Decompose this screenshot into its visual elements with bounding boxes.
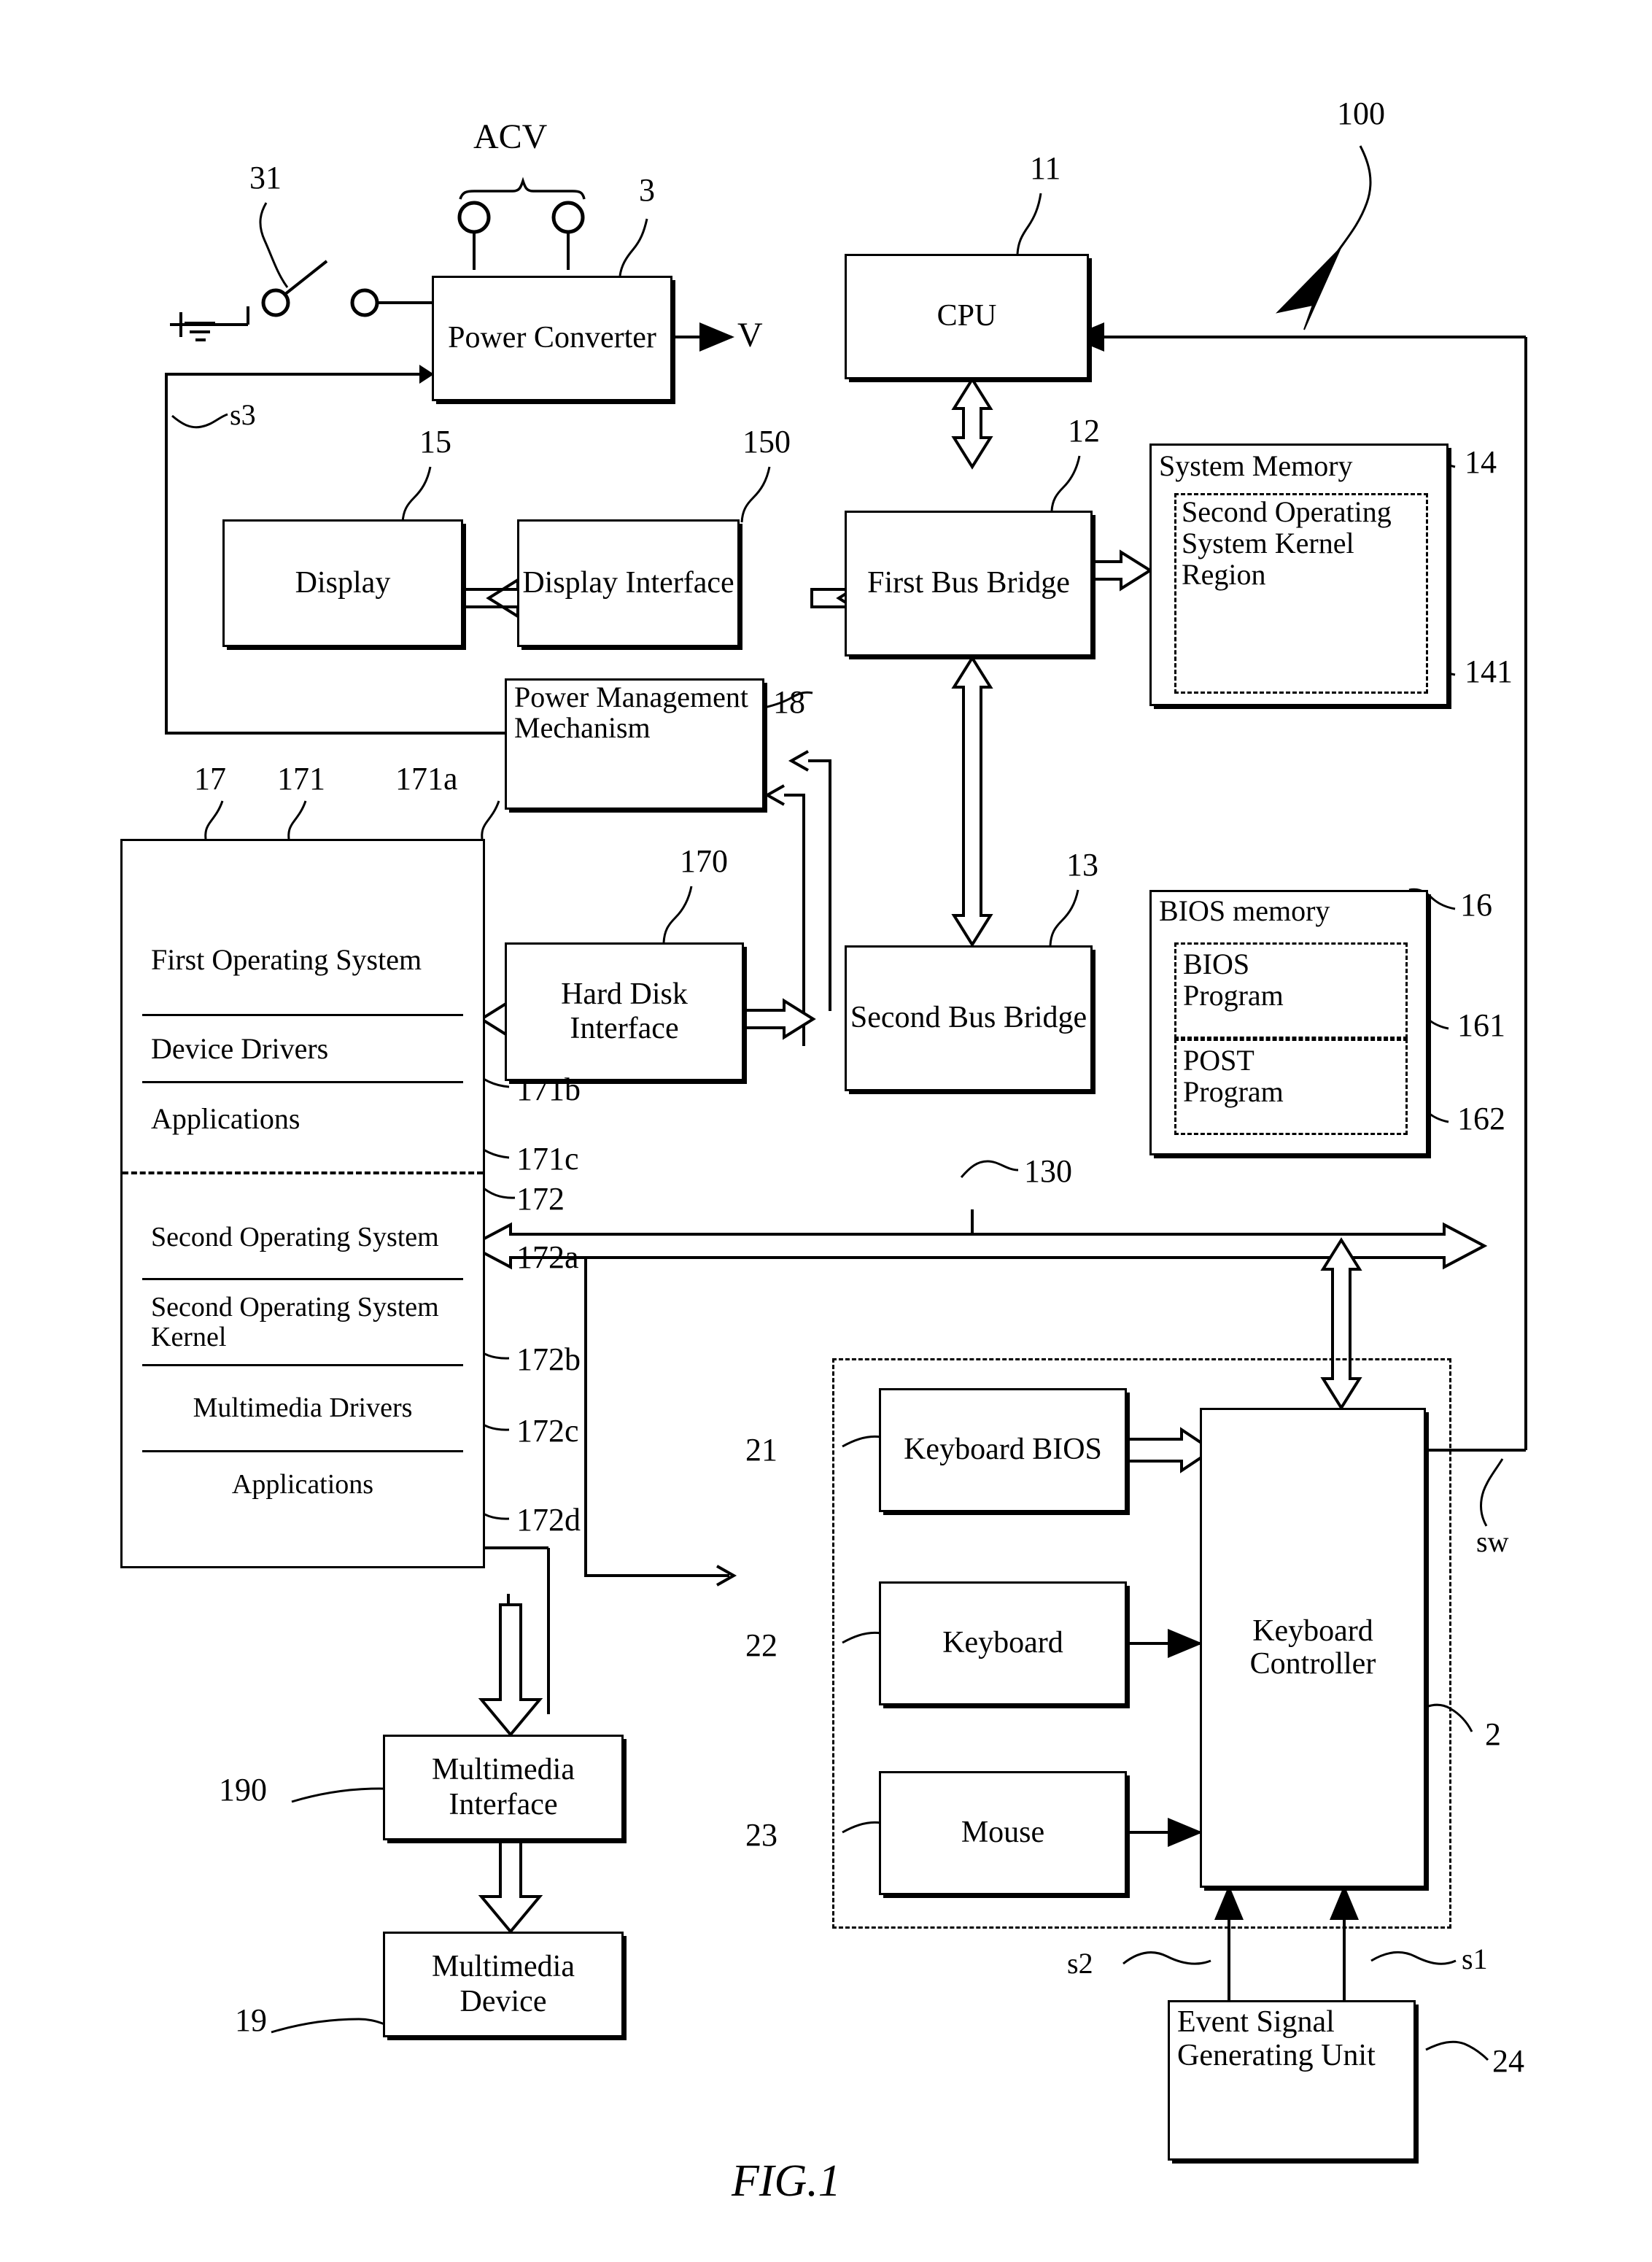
ref-11: 11 <box>1030 150 1061 186</box>
ref-18: 18 <box>773 684 805 720</box>
multimedia-device-block: Multimedia Device <box>383 1932 624 2037</box>
multimedia-device-label: Multimedia Device <box>432 1950 575 2018</box>
device-drivers-label: Device Drivers <box>151 1031 329 1065</box>
power-converter-block: Power Converter <box>432 276 672 401</box>
cpu-block: CPU <box>845 254 1089 379</box>
patent-figure-page: Power Converter CPU Display Display Inte… <box>0 0 1652 2262</box>
ref-141: 141 <box>1465 654 1513 689</box>
event-signal-generating-unit-label: Event Signal Generating Unit <box>1177 2005 1376 2073</box>
second-bus-bridge-label: Second Bus Bridge <box>850 1001 1087 1035</box>
ref-2: 2 <box>1485 1716 1501 1752</box>
ref-161: 161 <box>1457 1007 1505 1043</box>
ref-12: 12 <box>1068 413 1100 449</box>
ref-190: 190 <box>219 1772 267 1808</box>
ref-17: 17 <box>194 761 226 797</box>
os-group-divider <box>123 1171 483 1174</box>
ref-14: 14 <box>1465 444 1497 480</box>
ref-171b: 171b <box>516 1072 581 1107</box>
ref-172a: 172a <box>516 1239 579 1275</box>
multimedia-interface-label: Multimedia Interface <box>432 1753 575 1821</box>
power-management-mechanism-block: Power Management Mechanism <box>505 678 764 810</box>
ref-13: 13 <box>1066 847 1098 883</box>
post-program-label: POST Program <box>1183 1044 1284 1109</box>
bios-program-label: BIOS Program <box>1183 948 1284 1012</box>
mouse-label: Mouse <box>961 1816 1045 1850</box>
ref-130: 130 <box>1024 1153 1072 1189</box>
first-operating-system-label: First Operating System <box>151 942 422 976</box>
second-os-applications-row: Applications <box>142 1452 463 1517</box>
ref-162: 162 <box>1457 1101 1505 1136</box>
keyboard-block: Keyboard <box>879 1581 1127 1705</box>
power-management-mechanism-label: Power Management Mechanism <box>514 681 749 745</box>
event-signal-generating-unit-block: Event Signal Generating Unit <box>1168 2000 1416 2161</box>
first-bus-bridge-label: First Bus Bridge <box>867 566 1070 600</box>
second-os-kernel-row: Second Operating System Kernel <box>142 1280 463 1366</box>
second-operating-system-label: Second Operating System <box>151 1221 439 1252</box>
power-converter-label: Power Converter <box>448 321 656 355</box>
first-os-applications-row: Applications <box>142 1083 463 1154</box>
second-os-kernel-region-label: Second Operating System Kernel Region <box>1182 495 1392 592</box>
keyboard-bios-block: Keyboard BIOS <box>879 1388 1127 1512</box>
signal-s3-label: s3 <box>230 398 256 431</box>
display-interface-block: Display Interface <box>517 519 740 647</box>
system-memory-label: System Memory <box>1159 449 1353 482</box>
signal-sw-label: sw <box>1476 1525 1509 1558</box>
multimedia-interface-block: Multimedia Interface <box>383 1735 624 1840</box>
ref-100: 100 <box>1337 96 1385 131</box>
ref-3: 3 <box>639 172 655 208</box>
ref-24: 24 <box>1492 2043 1524 2079</box>
second-operating-system-row: Second Operating System <box>142 1196 463 1280</box>
ref-171: 171 <box>277 761 325 797</box>
ref-15: 15 <box>419 424 451 460</box>
hard-disk-interface-label: Hard Disk Interface <box>561 977 688 1045</box>
first-operating-system-row: First Operating System <box>142 906 463 1014</box>
ref-16: 16 <box>1460 887 1492 923</box>
display-label: Display <box>295 565 391 600</box>
ref-171c: 171c <box>516 1141 579 1177</box>
keyboard-label: Keyboard <box>942 1626 1063 1660</box>
ref-31: 31 <box>249 160 282 195</box>
second-os-applications-label: Applications <box>231 1468 374 1500</box>
output-voltage-label: V <box>737 316 763 355</box>
figure-caption: FIG.1 <box>732 2156 841 2206</box>
first-os-applications-label: Applications <box>151 1101 300 1135</box>
second-os-kernel-label: Second Operating System Kernel <box>151 1292 439 1352</box>
signal-s2-label: s2 <box>1067 1947 1093 1980</box>
ref-172c: 172c <box>516 1413 579 1449</box>
ref-21: 21 <box>745 1432 777 1468</box>
keyboard-controller-block: Keyboard Controller <box>1200 1408 1426 1888</box>
ref-150: 150 <box>742 424 791 460</box>
ref-22: 22 <box>745 1627 777 1663</box>
multimedia-drivers-label: Multimedia Drivers <box>193 1393 413 1424</box>
ref-19: 19 <box>235 2002 267 2038</box>
ref-170: 170 <box>680 843 728 879</box>
ref-171a: 171a <box>395 761 458 797</box>
multimedia-drivers-row: Multimedia Drivers <box>142 1366 463 1452</box>
display-block: Display <box>222 519 463 647</box>
acv-label: ACV <box>473 117 548 156</box>
cpu-label: CPU <box>936 299 997 333</box>
first-bus-bridge-block: First Bus Bridge <box>845 511 1093 656</box>
signal-s1-label: s1 <box>1462 1943 1488 1975</box>
ref-172: 172 <box>516 1181 565 1217</box>
display-interface-label: Display Interface <box>522 565 734 600</box>
hard-disk-interface-block: Hard Disk Interface <box>505 942 744 1081</box>
mouse-block: Mouse <box>879 1771 1127 1895</box>
ref-23: 23 <box>745 1817 777 1853</box>
keyboard-controller-label: Keyboard Controller <box>1249 1614 1376 1681</box>
ref-172b: 172b <box>516 1341 581 1377</box>
bios-memory-label: BIOS memory <box>1159 894 1330 927</box>
ref-172d: 172d <box>516 1502 581 1538</box>
keyboard-bios-label: Keyboard BIOS <box>904 1433 1102 1467</box>
device-drivers-row: Device Drivers <box>142 1014 463 1083</box>
second-bus-bridge-block: Second Bus Bridge <box>845 945 1093 1091</box>
